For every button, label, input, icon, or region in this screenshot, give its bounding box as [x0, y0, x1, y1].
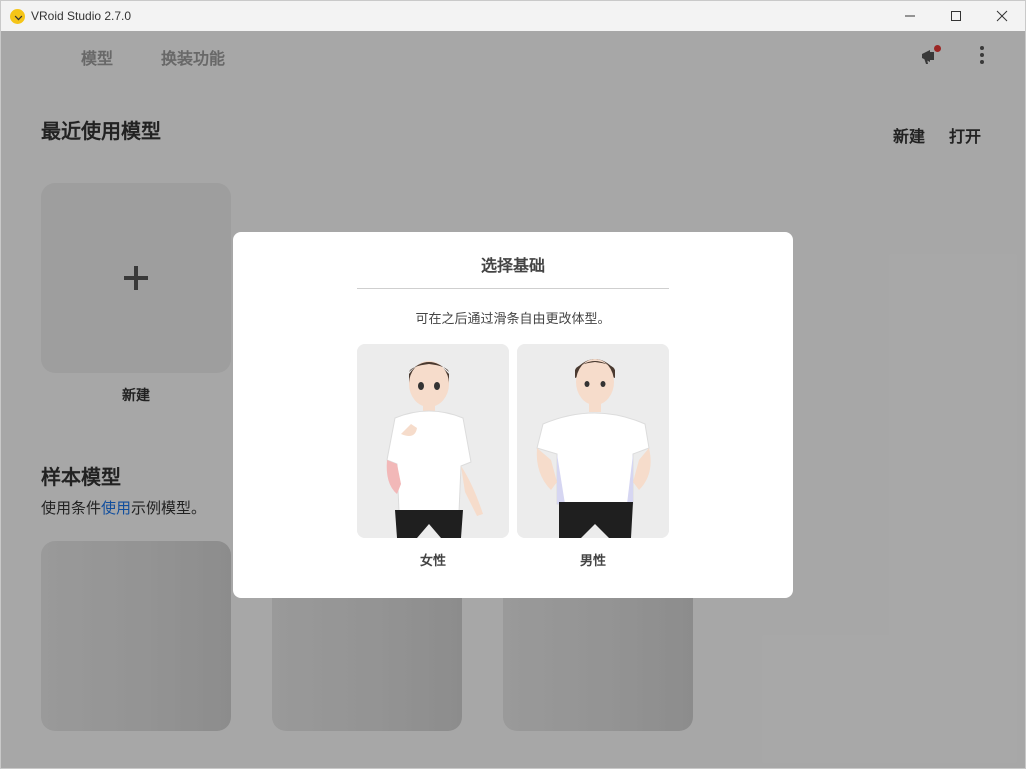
window-controls [887, 1, 1025, 31]
close-icon [996, 10, 1008, 22]
minimize-button[interactable] [887, 1, 933, 31]
male-base-option[interactable]: 男性 [517, 344, 669, 569]
dialog-title: 选择基础 [480, 256, 545, 275]
app-window: VRoid Studio 2.7.0 模型 换装功能 最近使用模型 新建 打开 … [0, 0, 1026, 769]
app-logo-icon [10, 8, 25, 24]
title-bar: VRoid Studio 2.7.0 [1, 1, 1025, 31]
window-title: VRoid Studio 2.7.0 [31, 9, 132, 23]
female-model-image [357, 344, 509, 538]
dialog-description: 可在之后通过滑条自由更改体型。 [415, 312, 611, 327]
male-option-label: 男性 [579, 554, 606, 569]
maximize-icon [951, 11, 961, 21]
male-model-image [517, 344, 669, 538]
select-base-dialog: 选择基础 可在之后通过滑条自由更改体型。 女性 男性 [233, 232, 793, 598]
minimize-icon [905, 15, 915, 17]
close-button[interactable] [979, 1, 1025, 31]
dialog-divider [357, 288, 669, 289]
female-option-label: 女性 [419, 554, 446, 569]
maximize-button[interactable] [933, 1, 979, 31]
female-base-option[interactable]: 女性 [357, 344, 509, 569]
